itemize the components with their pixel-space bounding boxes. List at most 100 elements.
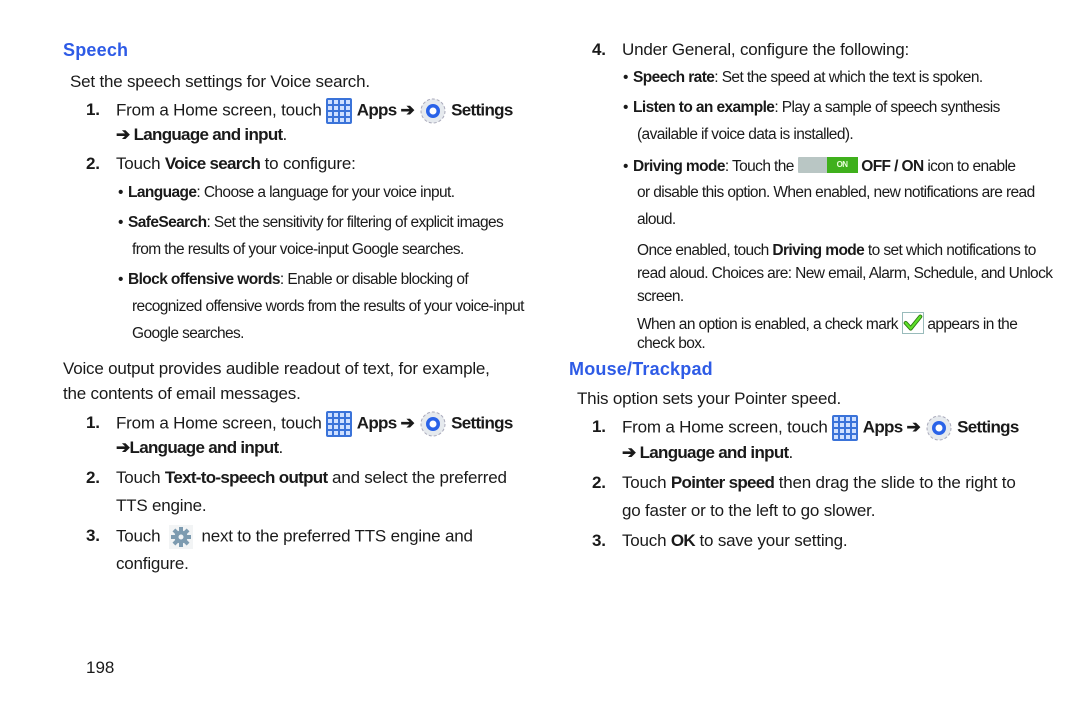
checkmark-line1: When an option is enabled, a check mark … bbox=[637, 312, 1018, 334]
bullet-text: : Touch the bbox=[724, 158, 795, 175]
bullet-text: icon to enable bbox=[923, 158, 1016, 175]
step-text: Touch bbox=[622, 473, 671, 492]
mouse-intro: This option sets your Pointer speed. bbox=[577, 389, 842, 408]
step-number: 2. bbox=[592, 473, 606, 492]
settings-label: Settings bbox=[957, 417, 1019, 437]
voice-output-step-2: 2. Touch Text-to-speech output and select… bbox=[86, 468, 507, 488]
mouse-step-1-path: ➔ Language and input. bbox=[622, 443, 793, 463]
bullet-text: : Enable or disable blocking of bbox=[279, 271, 469, 288]
bullet-text: : Play a sample of speech synthesis bbox=[774, 99, 1000, 116]
text: When an option is enabled, a check mark bbox=[637, 316, 899, 333]
bullet-term: Speech rate bbox=[633, 69, 715, 86]
step-number: 1. bbox=[86, 100, 100, 120]
menu-path: ➔Language and input bbox=[116, 438, 279, 457]
ok-label: OK bbox=[670, 531, 696, 550]
speech-step-1: 1. From a Home screen, touch Apps ➔ Setti… bbox=[86, 97, 513, 125]
bullet-driving-cont2: aloud. bbox=[637, 211, 676, 228]
speech-step-1-path: ➔ Language and input. bbox=[116, 125, 287, 145]
step-number: 1. bbox=[592, 417, 606, 437]
bullet-driving-mode: • Driving mode: Touch the ON OFF / ON ico… bbox=[623, 157, 1016, 175]
mouse-trackpad-heading: Mouse/Trackpad bbox=[569, 359, 713, 379]
bullet-text: : Choose a language for your voice input… bbox=[196, 184, 455, 201]
step-number: 2. bbox=[86, 468, 100, 487]
step-text: Touch bbox=[116, 526, 161, 546]
settings-gear-icon bbox=[420, 411, 446, 437]
bullet-listen-cont: (available if voice data is installed). bbox=[637, 126, 854, 143]
bullet-term: Listen to an example bbox=[633, 99, 775, 116]
step-text: to save your setting. bbox=[695, 531, 848, 550]
step-text: Touch bbox=[622, 531, 671, 550]
apps-grid-icon bbox=[326, 411, 353, 437]
pointer-speed-label: Pointer speed bbox=[670, 473, 775, 492]
text: appears in the bbox=[927, 316, 1018, 333]
mouse-step-2-cont: go faster or to the left to go slower. bbox=[622, 501, 876, 520]
voice-output-intro-1: Voice output provides audible readout of… bbox=[63, 359, 490, 378]
step-text: From a Home screen, touch bbox=[116, 100, 322, 120]
speech-heading: Speech bbox=[63, 40, 129, 60]
bullet-term: Block offensive words bbox=[128, 271, 281, 288]
step-text: From a Home screen, touch bbox=[622, 417, 828, 437]
step-number: 3. bbox=[86, 526, 100, 546]
bullet-block-cont2: Google searches. bbox=[132, 325, 244, 342]
checkmark-line2: check box. bbox=[637, 335, 706, 352]
bullet-text: : Set the speed at which the text is spo… bbox=[714, 69, 983, 86]
apps-grid-icon bbox=[326, 98, 353, 124]
voice-output-step-3: 3. Touch next to the preferred TTS engine… bbox=[86, 525, 473, 549]
period: . bbox=[278, 438, 283, 457]
bullet-language: • Language: Choose a language for your vo… bbox=[118, 184, 455, 201]
bullet-block-offensive: • Block offensive words: Enable or disabl… bbox=[118, 271, 469, 288]
mouse-step-2: 2. Touch Pointer speed then drag the slid… bbox=[592, 473, 1016, 493]
bullet-driving-cont: or disable this option. When enabled, ne… bbox=[637, 184, 1035, 201]
bullet-term: Language bbox=[128, 184, 197, 201]
step-4: 4. Under General, configure the following… bbox=[592, 40, 909, 60]
bullet-listen-example: • Listen to an example: Play a sample of … bbox=[623, 99, 1000, 116]
page-number: 198 bbox=[86, 658, 115, 677]
text: Once enabled, touch bbox=[637, 242, 773, 259]
off-on-label: OFF / ON bbox=[861, 158, 924, 175]
step-number: 4. bbox=[592, 40, 606, 59]
bullet-safesearch-cont: from the results of your voice-input Goo… bbox=[132, 241, 464, 258]
voice-search-label: Voice search bbox=[164, 154, 261, 173]
bullet-block-cont: recognized offensive words from the resu… bbox=[132, 298, 524, 315]
once-enabled-line1: Once enabled, touch Driving mode to set … bbox=[637, 242, 1036, 260]
menu-path: ➔ Language and input bbox=[116, 125, 283, 144]
settings-label: Settings bbox=[451, 413, 513, 433]
bullet-text: : Set the sensitivity for filtering of e… bbox=[206, 214, 504, 231]
step-number: 1. bbox=[86, 413, 100, 433]
voice-output-step-3-cont: configure. bbox=[116, 554, 189, 573]
voice-output-step-1-path: ➔Language and input. bbox=[116, 438, 283, 458]
speech-step-2: 2. Touch Voice search to configure: bbox=[86, 154, 356, 174]
bullet-term: SafeSearch bbox=[128, 214, 207, 231]
step-text: Under General, configure the following: bbox=[622, 40, 910, 59]
checkbox-checked-icon bbox=[901, 312, 924, 334]
step-number: 2. bbox=[86, 154, 100, 173]
step-text: Touch bbox=[116, 468, 165, 487]
step-text: to configure: bbox=[260, 154, 356, 173]
speech-intro: Set the speech settings for Voice search… bbox=[70, 72, 370, 91]
step-text: From a Home screen, touch bbox=[116, 413, 322, 433]
settings-gear-icon bbox=[926, 415, 952, 441]
once-enabled-line3: screen. bbox=[637, 288, 684, 305]
apps-label: Apps ➔ bbox=[862, 417, 921, 437]
step-text: then drag the slide to the right to bbox=[774, 473, 1016, 492]
bullet-speech-rate: • Speech rate: Set the speed at which the… bbox=[623, 69, 983, 86]
voice-output-step-2-cont: TTS engine. bbox=[116, 496, 207, 515]
tts-output-label: Text-to-speech output bbox=[164, 468, 328, 487]
step-text: and select the preferred bbox=[327, 468, 507, 487]
toggle-switch-icon: ON bbox=[797, 157, 858, 173]
settings-gear-icon bbox=[420, 98, 446, 124]
once-enabled-line2: read aloud. Choices are: New email, Alar… bbox=[637, 265, 1053, 282]
bullet-term: Driving mode bbox=[633, 158, 725, 175]
settings-label: Settings bbox=[451, 100, 513, 120]
bullet-safesearch: • SafeSearch: Set the sensitivity for fil… bbox=[118, 214, 504, 231]
voice-output-step-1: 1. From a Home screen, touch Apps ➔ Setti… bbox=[86, 410, 513, 438]
step-number: 3. bbox=[592, 531, 606, 550]
voice-output-intro-2: the contents of email messages. bbox=[63, 384, 301, 403]
apps-label: Apps ➔ bbox=[356, 413, 415, 433]
period: . bbox=[788, 443, 793, 462]
toggle-on-label: ON bbox=[826, 157, 858, 173]
text: to set which notifications to bbox=[864, 242, 1036, 259]
menu-path: ➔ Language and input bbox=[622, 443, 789, 462]
step-text: Touch bbox=[116, 154, 165, 173]
gear-icon bbox=[168, 525, 193, 549]
